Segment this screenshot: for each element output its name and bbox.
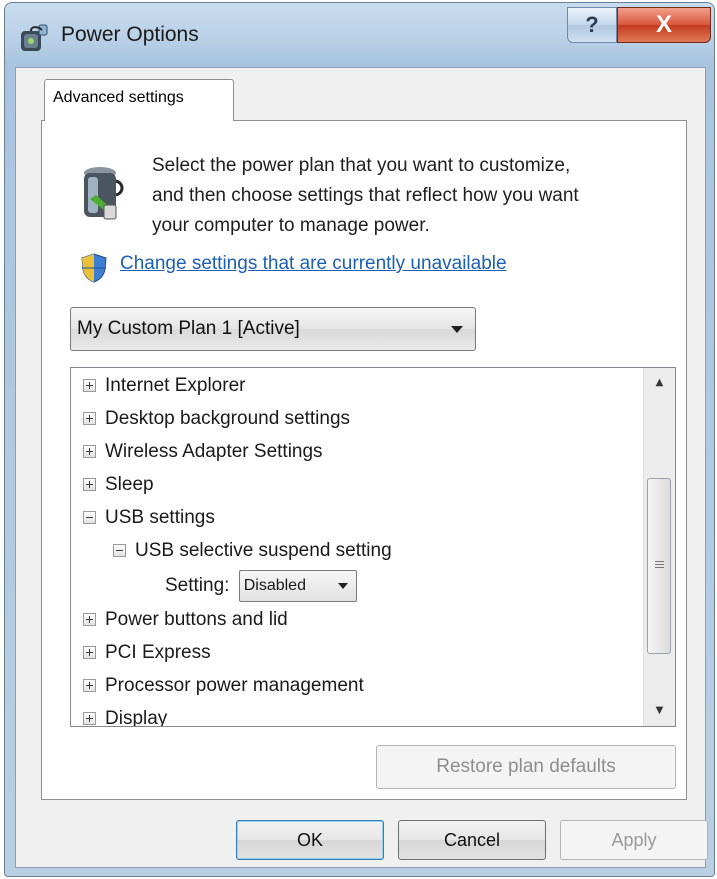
power-plan-dropdown-value: My Custom Plan 1 [Active] — [77, 318, 300, 339]
dialog-client-area: Advanced settings Select the power plan … — [15, 67, 708, 868]
advanced-settings-panel: Select the power plan that you want to c… — [41, 120, 687, 800]
apply-button[interactable]: Apply — [560, 820, 708, 860]
collapse-minus-icon[interactable] — [113, 544, 126, 557]
tree-item-usb-selective-suspend[interactable]: USB selective suspend setting — [113, 535, 392, 567]
intro-description: Select the power plan that you want to c… — [152, 151, 682, 241]
title-bar[interactable]: Power Options ? X — [5, 3, 714, 67]
tree-item-usb-settings[interactable]: USB settings — [83, 502, 215, 534]
restore-plan-defaults-button[interactable]: Restore plan defaults — [376, 745, 676, 789]
tree-item-wireless-adapter[interactable]: Wireless Adapter Settings — [83, 436, 323, 468]
tree-item-processor-power[interactable]: Processor power management — [83, 670, 364, 702]
setting-label: Setting: — [165, 575, 230, 597]
scroll-down-arrow-icon[interactable]: ▼ — [644, 696, 675, 726]
tree-item-setting-row: Setting: Disabled — [165, 570, 357, 602]
tree-item-label: USB selective suspend setting — [135, 540, 392, 561]
tree-item-label: Desktop background settings — [105, 408, 351, 429]
tab-advanced-settings[interactable]: Advanced settings — [44, 79, 234, 121]
tree-item-sleep[interactable]: Sleep — [83, 469, 154, 501]
help-button[interactable]: ? — [567, 7, 617, 43]
window-title: Power Options — [61, 23, 199, 46]
tree-item-internet-explorer[interactable]: Internet Explorer — [83, 370, 245, 402]
tree-item-label: PCI Express — [105, 642, 211, 663]
power-options-window: Power Options ? X Advanced settings Sele… — [4, 2, 715, 877]
intro-line-3: your computer to manage power. — [152, 215, 430, 236]
expand-plus-icon[interactable] — [83, 613, 96, 626]
close-button[interactable]: X — [617, 7, 711, 43]
expand-plus-icon[interactable] — [83, 412, 96, 425]
uac-shield-icon — [81, 253, 107, 283]
grip-icon — [655, 561, 664, 568]
tree-item-desktop-background[interactable]: Desktop background settings — [83, 403, 350, 435]
tree-item-label: Processor power management — [105, 675, 364, 696]
tree-item-label: Wireless Adapter Settings — [105, 441, 323, 462]
tree-item-label: Internet Explorer — [105, 375, 246, 396]
expand-plus-icon[interactable] — [83, 712, 96, 725]
cancel-button[interactable]: Cancel — [398, 820, 546, 860]
expand-plus-icon[interactable] — [83, 478, 96, 491]
tree-item-display[interactable]: Display — [83, 703, 168, 727]
power-plug-icon — [21, 24, 48, 51]
scroll-up-arrow-icon[interactable]: ▲ — [644, 368, 675, 398]
tree-item-pci-express[interactable]: PCI Express — [83, 637, 211, 669]
expand-plus-icon[interactable] — [83, 679, 96, 692]
tree-scrollbar[interactable]: ▲ ▼ — [643, 368, 675, 726]
ok-button[interactable]: OK — [236, 820, 384, 860]
usb-suspend-setting-dropdown[interactable]: Disabled — [238, 570, 357, 602]
intro-line-1: Select the power plan that you want to c… — [152, 155, 571, 176]
tree-item-label: Power buttons and lid — [105, 609, 288, 630]
settings-tree[interactable]: Internet Explorer Desktop background set… — [70, 367, 676, 727]
tree-item-label: USB settings — [105, 507, 215, 528]
scrollbar-thumb[interactable] — [647, 478, 671, 654]
tree-item-label: Display — [105, 708, 168, 727]
chevron-down-icon — [451, 326, 463, 333]
tree-item-label: Sleep — [105, 474, 154, 495]
expand-plus-icon[interactable] — [83, 445, 96, 458]
change-settings-link[interactable]: Change settings that are currently unava… — [120, 253, 507, 275]
collapse-minus-icon[interactable] — [83, 511, 96, 524]
expand-plus-icon[interactable] — [83, 646, 96, 659]
chevron-down-icon — [337, 583, 348, 589]
power-plan-battery-icon — [84, 167, 124, 220]
expand-plus-icon[interactable] — [83, 379, 96, 392]
power-plan-dropdown[interactable]: My Custom Plan 1 [Active] — [70, 307, 476, 351]
usb-suspend-setting-value: Disabled — [243, 577, 306, 594]
intro-line-2: and then choose settings that reflect ho… — [152, 185, 579, 206]
tree-item-power-buttons[interactable]: Power buttons and lid — [83, 604, 288, 636]
